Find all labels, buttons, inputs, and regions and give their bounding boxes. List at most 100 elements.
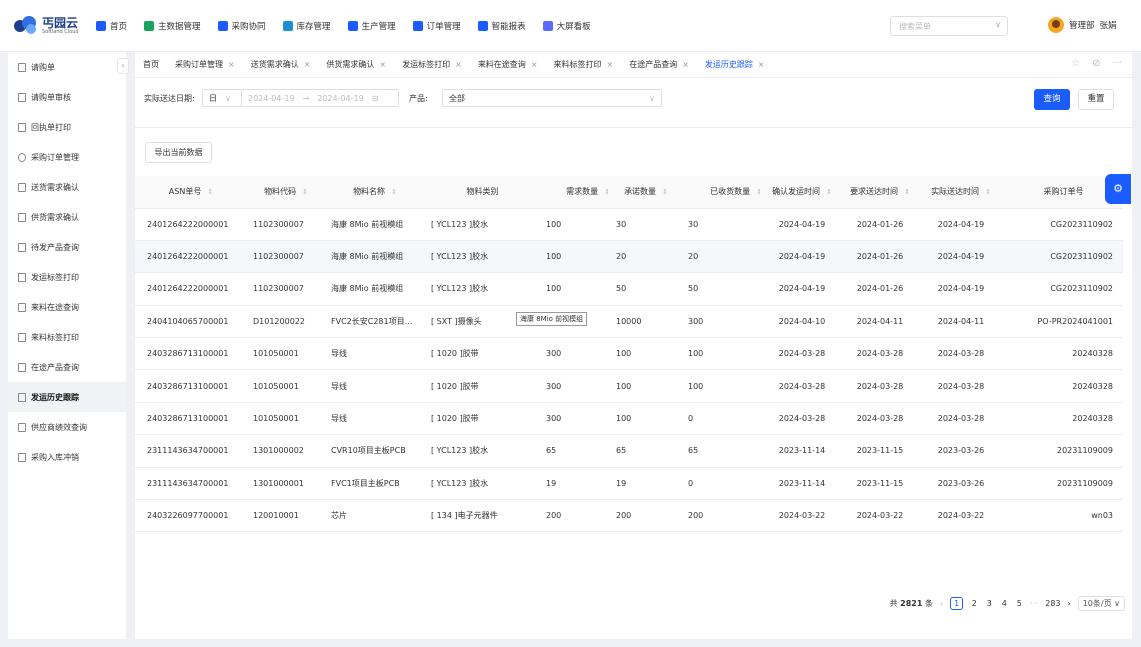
menu-search-input[interactable]: 搜索菜单 ∨ — [890, 16, 1008, 36]
table-row[interactable]: 2403286713100001 101050001 导线[ 1020 ]胶带 300… — [135, 369, 1123, 403]
sidebar-item-4[interactable]: 送货需求确认 — [8, 172, 126, 202]
date-unit-select[interactable]: 日 ∨ — [202, 89, 242, 107]
star-icon[interactable]: ☆ — [1071, 58, 1080, 69]
close-icon[interactable]: × — [379, 52, 386, 78]
table-row[interactable]: 2311143634700001 1301000002 CVR10项目主板PCB[ … — [135, 434, 1123, 468]
column-header[interactable]: 要求送达时间 ⇕ — [842, 176, 918, 209]
table-cell: 导线 — [325, 369, 425, 403]
sidebar-item-11[interactable]: 发运历史跟踪 — [8, 382, 126, 412]
tab-6[interactable]: 来料标签打印 × — [546, 52, 622, 78]
tab-0[interactable]: 首页 — [135, 52, 167, 78]
sort-icon[interactable]: ⇕ — [391, 188, 397, 196]
tab-2[interactable]: 送货需求确认 × — [243, 52, 319, 78]
column-header[interactable]: ASN单号 ⇕ — [135, 176, 247, 209]
sidebar-item-9[interactable]: 来料标签打印 — [8, 322, 126, 352]
export-button[interactable]: 导出当前数据 — [145, 142, 212, 163]
column-header[interactable]: 物料代码 ⇕ — [247, 176, 325, 209]
column-header[interactable]: 已收货数量 ⇕ — [682, 176, 762, 209]
tab-7[interactable]: 在途产品查询 × — [621, 52, 697, 78]
nav-item-1[interactable]: 主数据管理 — [144, 20, 201, 32]
user-menu[interactable]: 管理部 张娟 — [1048, 17, 1117, 33]
settings-gear-icon[interactable]: ⚙ — [1105, 174, 1131, 204]
sidebar-item-label: 供货需求确认 — [31, 212, 79, 222]
sidebar-item-13[interactable]: 采购入库冲销 — [8, 442, 126, 472]
close-icon[interactable]: × — [607, 52, 614, 78]
sort-icon[interactable]: ⇕ — [826, 188, 832, 196]
page-button[interactable]: 3 — [985, 599, 993, 608]
product-select[interactable]: 全部 ∨ — [442, 89, 662, 107]
page-button[interactable]: 5 — [1015, 599, 1023, 608]
close-icon[interactable]: × — [531, 52, 538, 78]
sort-icon[interactable]: ⇕ — [302, 188, 308, 196]
sidebar-item-8[interactable]: 来料在途查询 — [8, 292, 126, 322]
sidebar-item-3[interactable]: 采购订单管理 — [8, 142, 126, 172]
prev-page-icon[interactable]: ‹ — [940, 599, 943, 608]
column-header[interactable]: 承诺数量 ⇕ — [610, 176, 682, 209]
close-icon[interactable]: × — [758, 52, 765, 78]
sidebar-item-1[interactable]: 请购单审核 — [8, 82, 126, 112]
sort-icon[interactable]: ⇕ — [756, 188, 762, 196]
sidebar-item-6[interactable]: 待发产品查询 — [8, 232, 126, 262]
sidebar-item-2[interactable]: 回执单打印 — [8, 112, 126, 142]
table-cell: 2403286713100001 — [135, 402, 247, 436]
column-header[interactable]: 物料类别 — [425, 176, 540, 209]
next-page-icon[interactable]: › — [1068, 599, 1071, 608]
logo[interactable]: 丐园云 Softland Cloud — [14, 16, 79, 36]
table-row[interactable]: 2311143634700001 1301000001 FVC1项目主板PCB[ Y… — [135, 467, 1123, 501]
table-row[interactable]: 2403226097700001 120010001 芯片[ 134 ]电子元器件 2… — [135, 499, 1123, 533]
page-size-select[interactable]: 10条/页 ∨ — [1077, 596, 1125, 611]
reset-button[interactable]: 重置 — [1078, 89, 1114, 110]
sidebar-collapse-button[interactable]: ‹ — [117, 58, 129, 74]
nav-item-2[interactable]: 采购协同 — [217, 20, 266, 32]
page-button[interactable]: ··· — [1030, 599, 1038, 608]
table-row[interactable]: 2401264222000001 1102300007 海康 8Mio 前视模组[ … — [135, 208, 1123, 241]
column-header[interactable]: 需求数量 ⇕ — [540, 176, 610, 209]
table-row[interactable]: 2403286713100001 101050001 导线[ 1020 ]胶带 300… — [135, 337, 1123, 371]
table-cell: CVR10项目主板PCB — [325, 434, 425, 468]
nav-item-0[interactable]: 首页 — [96, 20, 127, 32]
page-button[interactable]: 1 — [950, 597, 964, 610]
sidebar-item-7[interactable]: 发运标签打印 — [8, 262, 126, 292]
table-row[interactable]: 2401264222000001 1102300007 海康 8Mio 前视模组[ … — [135, 240, 1123, 274]
column-header-label: 需求数量 — [566, 187, 599, 197]
close-icon[interactable]: × — [455, 52, 462, 78]
sort-icon[interactable]: ⇕ — [985, 188, 991, 196]
sort-icon[interactable]: ⇕ — [662, 188, 668, 196]
table-cell: CG2023110902 — [1004, 240, 1123, 274]
tab-8[interactable]: 发运历史跟踪 × — [697, 52, 773, 78]
table-cell: 101050001 — [247, 402, 325, 436]
tab-1[interactable]: 采购订单管理 × — [167, 52, 243, 78]
sidebar-item-12[interactable]: 供应商绩效查询 — [8, 412, 126, 442]
column-header[interactable]: 物料名称 ⇕ — [325, 176, 425, 209]
sort-icon[interactable]: ⇕ — [904, 188, 910, 196]
close-icon[interactable]: × — [228, 52, 235, 78]
table-row[interactable]: 2403286713100001 101050001 导线[ 1020 ]胶带 300… — [135, 402, 1123, 436]
nav-item-5[interactable]: 订单管理 — [412, 20, 461, 32]
nav-item-4[interactable]: 生产管理 — [347, 20, 396, 32]
help-icon[interactable]: ⊘ — [1092, 58, 1100, 69]
nav-item-3[interactable]: 库存管理 — [282, 20, 331, 32]
close-icon[interactable]: × — [682, 52, 689, 78]
table-row[interactable]: 2401264222000001 1102300007 海康 8Mio 前视模组[ … — [135, 272, 1123, 306]
more-icon[interactable]: ··· — [1112, 58, 1122, 69]
tab-4[interactable]: 发运标签打印 × — [394, 52, 470, 78]
sort-icon[interactable]: ⇕ — [207, 188, 213, 196]
table-row[interactable]: 2404104065700001 D101200022 FVC2长安C281项目..… — [135, 305, 1123, 339]
column-header[interactable]: 实际送达时间 ⇕ — [918, 176, 1004, 209]
nav-item-7[interactable]: 大屏看板 — [542, 20, 591, 32]
date-range-picker[interactable]: 2024-04-19 → 2024-04-19 ⊟ — [241, 89, 399, 107]
close-icon[interactable]: × — [304, 52, 311, 78]
tab-3[interactable]: 供货需求确认 × — [318, 52, 394, 78]
page-button[interactable]: 283 — [1045, 599, 1060, 608]
tab-label: 供货需求确认 — [326, 59, 375, 69]
sidebar-item-10[interactable]: 在途产品查询 — [8, 352, 126, 382]
sort-icon[interactable]: ⇕ — [604, 188, 610, 196]
sidebar-item-5[interactable]: 供货需求确认 — [8, 202, 126, 232]
page-button[interactable]: 4 — [1000, 599, 1008, 608]
column-header[interactable]: 确认发运时间 ⇕ — [762, 176, 842, 209]
tab-5[interactable]: 来料在途查询 × — [470, 52, 546, 78]
page-button[interactable]: 2 — [970, 599, 978, 608]
sidebar-item-0[interactable]: 请购单 — [8, 52, 126, 82]
query-button[interactable]: 查询 — [1034, 89, 1070, 110]
nav-item-6[interactable]: 智能报表 — [477, 20, 526, 32]
